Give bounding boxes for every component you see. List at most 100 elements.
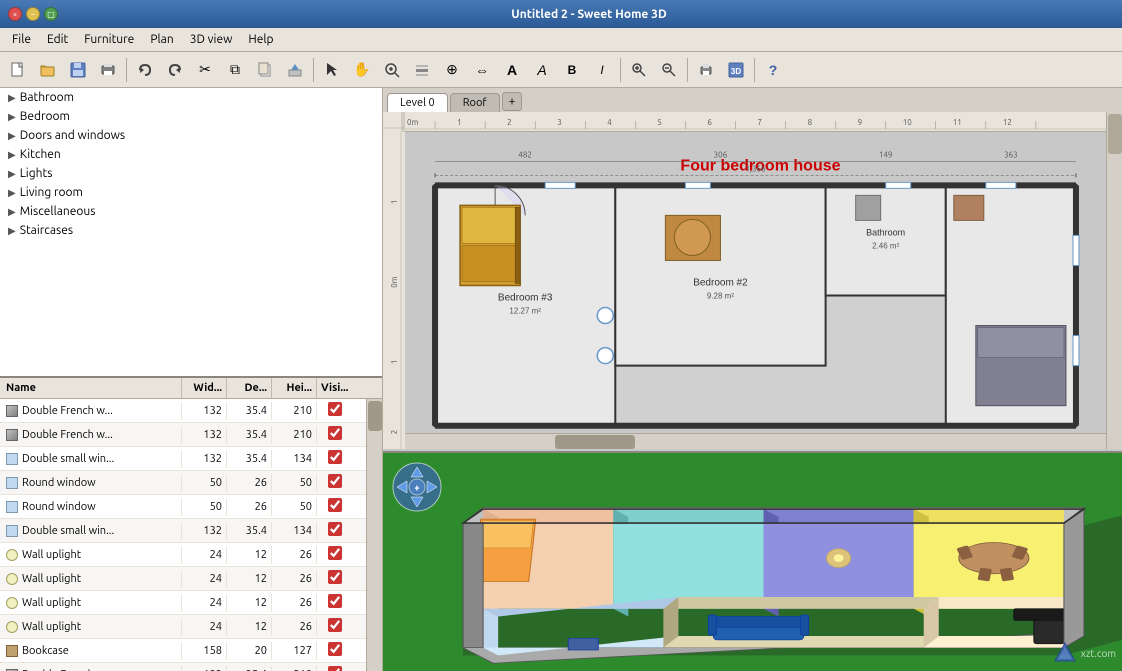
save-button[interactable] [64, 56, 92, 84]
category-doors-windows[interactable]: ▶ Doors and windows [0, 126, 382, 145]
table-row[interactable]: Round window 50 26 50 [0, 495, 366, 519]
visible-checkbox[interactable] [328, 426, 342, 440]
zoom-win-button[interactable] [378, 56, 406, 84]
plan-hscroll[interactable] [405, 433, 1106, 449]
svg-text:1: 1 [390, 200, 399, 205]
category-staircases[interactable]: ▶ Staircases [0, 221, 382, 240]
visible-checkbox[interactable] [328, 594, 342, 608]
menu-plan[interactable]: Plan [142, 31, 181, 48]
redo-button[interactable] [161, 56, 189, 84]
tab-roof[interactable]: Roof [450, 93, 500, 112]
print-scan-button[interactable] [94, 56, 122, 84]
table-row[interactable]: Double French w... 132 35.4 210 [0, 663, 366, 671]
category-living-room[interactable]: ▶ Living room [0, 183, 382, 202]
table-row[interactable]: Double small win... 132 35.4 134 [0, 447, 366, 471]
furniture-name: Double small win... [0, 522, 182, 540]
plan-vscroll[interactable] [1106, 112, 1122, 449]
furniture-width: 132 [182, 450, 227, 468]
3d-view-button[interactable]: 3D [722, 56, 750, 84]
table-row[interactable]: Double French w... 132 35.4 210 [0, 399, 366, 423]
table-row[interactable]: Round window 50 26 50 [0, 471, 366, 495]
text-italic-button[interactable]: I [588, 56, 616, 84]
table-wrapper: Double French w... 132 35.4 210 Double F… [0, 399, 382, 671]
undo-button[interactable] [131, 56, 159, 84]
visible-checkbox[interactable] [328, 546, 342, 560]
maximize-button[interactable]: □ [44, 7, 58, 21]
category-bedroom[interactable]: ▶ Bedroom [0, 107, 382, 126]
text-size-button[interactable]: A [498, 56, 526, 84]
table-row[interactable]: Double French w... 132 35.4 210 [0, 423, 366, 447]
visible-checkbox[interactable] [328, 666, 342, 671]
navigation-widget[interactable]: + [391, 461, 443, 513]
furniture-visible[interactable] [317, 495, 352, 518]
table-row[interactable]: Wall uplight 24 12 26 [0, 615, 366, 639]
furniture-table-container: Name Wid... De... Hei... Visi... Double … [0, 378, 382, 671]
visible-checkbox[interactable] [328, 642, 342, 656]
furniture-visible[interactable] [317, 447, 352, 470]
furniture-visible[interactable] [317, 591, 352, 614]
furniture-height: 127 [272, 642, 317, 660]
menu-edit[interactable]: Edit [39, 31, 76, 48]
category-lights[interactable]: ▶ Lights [0, 164, 382, 183]
visible-checkbox[interactable] [328, 570, 342, 584]
help-button[interactable]: ? [759, 56, 787, 84]
select-button[interactable] [318, 56, 346, 84]
furniture-depth: 12 [227, 618, 272, 636]
menu-furniture[interactable]: Furniture [76, 31, 142, 48]
furniture-visible[interactable] [317, 399, 352, 422]
visible-checkbox[interactable] [328, 522, 342, 536]
zoom-in-button[interactable] [625, 56, 653, 84]
close-button[interactable]: × [8, 7, 22, 21]
category-kitchen[interactable]: ▶ Kitchen [0, 145, 382, 164]
furniture-visible[interactable] [317, 519, 352, 542]
furniture-visible[interactable] [317, 471, 352, 494]
text-bold-button[interactable]: B [558, 56, 586, 84]
open-button[interactable] [34, 56, 62, 84]
visible-checkbox[interactable] [328, 618, 342, 632]
pan-button[interactable]: ✋ [348, 56, 376, 84]
new-button[interactable] [4, 56, 32, 84]
visible-checkbox[interactable] [328, 474, 342, 488]
furniture-visible[interactable] [317, 615, 352, 638]
print-button[interactable] [692, 56, 720, 84]
furniture-visible[interactable] [317, 663, 352, 671]
menu-file[interactable]: File [4, 31, 39, 48]
table-scrollbar[interactable] [366, 399, 382, 671]
separator-1 [126, 58, 127, 82]
category-miscellaneous[interactable]: ▶ Miscellaneous [0, 202, 382, 221]
add-level-button[interactable]: + [502, 92, 523, 111]
menu-help[interactable]: Help [240, 31, 281, 48]
visible-checkbox[interactable] [328, 402, 342, 416]
plan-svg-container: Bedroom #3 12.27 m² Bedroom #2 9.28 m² B… [405, 132, 1106, 449]
menu-3dview[interactable]: 3D view [182, 31, 241, 48]
copy-button[interactable]: ⧉ [221, 56, 249, 84]
window-controls[interactable]: × − □ [8, 7, 58, 21]
svg-text:2.46 m²: 2.46 m² [872, 241, 899, 250]
zoom-out-button[interactable] [655, 56, 683, 84]
furniture-icon [6, 597, 18, 609]
tab-level0[interactable]: Level 0 [387, 93, 448, 112]
move-furniture-button[interactable]: ⊕ [438, 56, 466, 84]
furniture-visible[interactable] [317, 639, 352, 662]
table-row[interactable]: Bookcase 158 20 127 [0, 639, 366, 663]
text-slant-button[interactable]: A [528, 56, 556, 84]
plan-canvas[interactable]: 0m 1 2 3 4 5 6 7 [383, 112, 1122, 449]
import-button[interactable] [281, 56, 309, 84]
category-bathroom[interactable]: ▶ Bathroom [0, 88, 382, 107]
visible-checkbox[interactable] [328, 450, 342, 464]
resize-furniture-button[interactable]: ⇔ [468, 56, 496, 84]
minimize-button[interactable]: − [26, 7, 40, 21]
draw-wall-button[interactable] [408, 56, 436, 84]
cut-button[interactable]: ✂ [191, 56, 219, 84]
svg-text:Bathroom: Bathroom [866, 227, 905, 237]
furniture-visible[interactable] [317, 567, 352, 590]
table-row[interactable]: Wall uplight 24 12 26 [0, 591, 366, 615]
visible-checkbox[interactable] [328, 498, 342, 512]
category-label: Doors and windows [20, 129, 125, 142]
table-row[interactable]: Double small win... 132 35.4 134 [0, 519, 366, 543]
table-row[interactable]: Wall uplight 24 12 26 [0, 567, 366, 591]
furniture-visible[interactable] [317, 423, 352, 446]
furniture-visible[interactable] [317, 543, 352, 566]
table-row[interactable]: Wall uplight 24 12 26 [0, 543, 366, 567]
paste-button[interactable] [251, 56, 279, 84]
